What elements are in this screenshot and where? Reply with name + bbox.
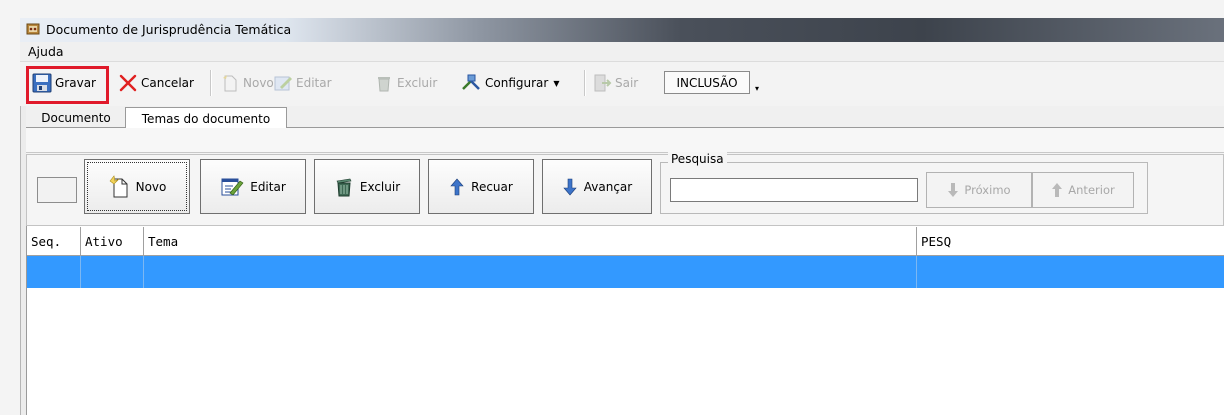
record-indicator-box [37,177,77,203]
title-bar: Documento de Jurisprudência Temática [20,18,1224,42]
column-header-ativo[interactable]: Ativo [81,227,144,256]
editar-label: Editar [250,179,286,194]
cancelar-button[interactable]: Cancelar [118,70,194,96]
recuar-button[interactable]: Recuar [428,159,534,214]
novo-toolbar-label: Novo [243,76,274,90]
avancar-label: Avançar [583,179,633,194]
configure-tools-icon [462,74,480,90]
tab-content-header [20,128,1224,153]
recuar-label: Recuar [471,179,513,194]
arrow-down-icon [563,178,577,195]
search-input[interactable] [670,178,918,202]
cancelar-label: Cancelar [141,76,194,90]
sair-button[interactable]: Sair [592,70,638,96]
trash-icon [336,178,352,196]
gravar-highlight-box [26,66,109,104]
excluir-toolbar-button[interactable]: Excluir [374,70,437,96]
table-row-cell-pesq[interactable] [917,256,1224,288]
novo-toolbar-button[interactable]: Novo [220,70,274,96]
cell-text [81,248,89,278]
tab-temas-do-documento[interactable]: Temas do documento [125,107,287,129]
app-icon [26,23,40,35]
arrow-up-icon [450,178,464,195]
configurar-label: Configurar [485,76,549,90]
editar-button[interactable]: Editar [200,159,306,214]
excluir-label: Excluir [359,179,401,194]
edit-icon [274,76,292,91]
exit-door-icon [594,74,612,92]
menu-ajuda[interactable]: Ajuda [28,44,64,59]
toolbar-separator [584,70,586,96]
anterior-label: Anterior [1068,183,1115,197]
toolbar-separator [210,70,212,96]
column-header-tema[interactable]: Tema [144,227,917,256]
chevron-down-icon[interactable]: ▾ [755,84,759,93]
excluir-toolbar-label: Excluir [397,76,438,90]
table-row-cell-ativo[interactable] [81,256,144,288]
table-row-cell-tema[interactable] [144,256,917,288]
cancel-x-icon [119,74,137,92]
arrow-up-icon [1052,183,1063,197]
avancar-button[interactable]: Avançar [542,159,652,214]
menu-bar: Ajuda [20,42,1224,62]
table-row-cell-seq[interactable] [27,256,81,288]
tab-documento[interactable]: Documento [32,107,120,128]
chevron-down-icon: ▼ [553,78,560,88]
sair-label: Sair [615,76,639,90]
search-label: Pesquisa [668,152,727,166]
proximo-label: Próximo [964,183,1011,197]
configurar-button[interactable]: Configurar ▼ [460,70,559,96]
edit-icon [221,178,244,195]
editar-toolbar-button[interactable]: Editar [273,70,332,96]
anterior-button[interactable]: Anterior [1032,172,1134,208]
mode-indicator: INCLUSÃO [664,71,750,94]
editar-toolbar-label: Editar [296,76,332,90]
new-document-icon [109,174,128,197]
window-title: Documento de Jurisprudência Temática [46,22,292,37]
trash-icon [378,77,390,92]
arrow-down-icon [948,183,959,197]
novo-label: Novo [135,179,167,194]
cell-text [144,248,152,278]
proximo-button[interactable]: Próximo [926,172,1032,208]
novo-button[interactable]: Novo [84,159,190,214]
column-header-pesq[interactable]: PESQ [917,227,1224,256]
cell-text [917,248,925,278]
column-header-seq[interactable]: Seq. [27,227,81,256]
new-document-icon [223,75,237,92]
cell-text [27,248,35,278]
excluir-button[interactable]: Excluir [314,159,420,214]
